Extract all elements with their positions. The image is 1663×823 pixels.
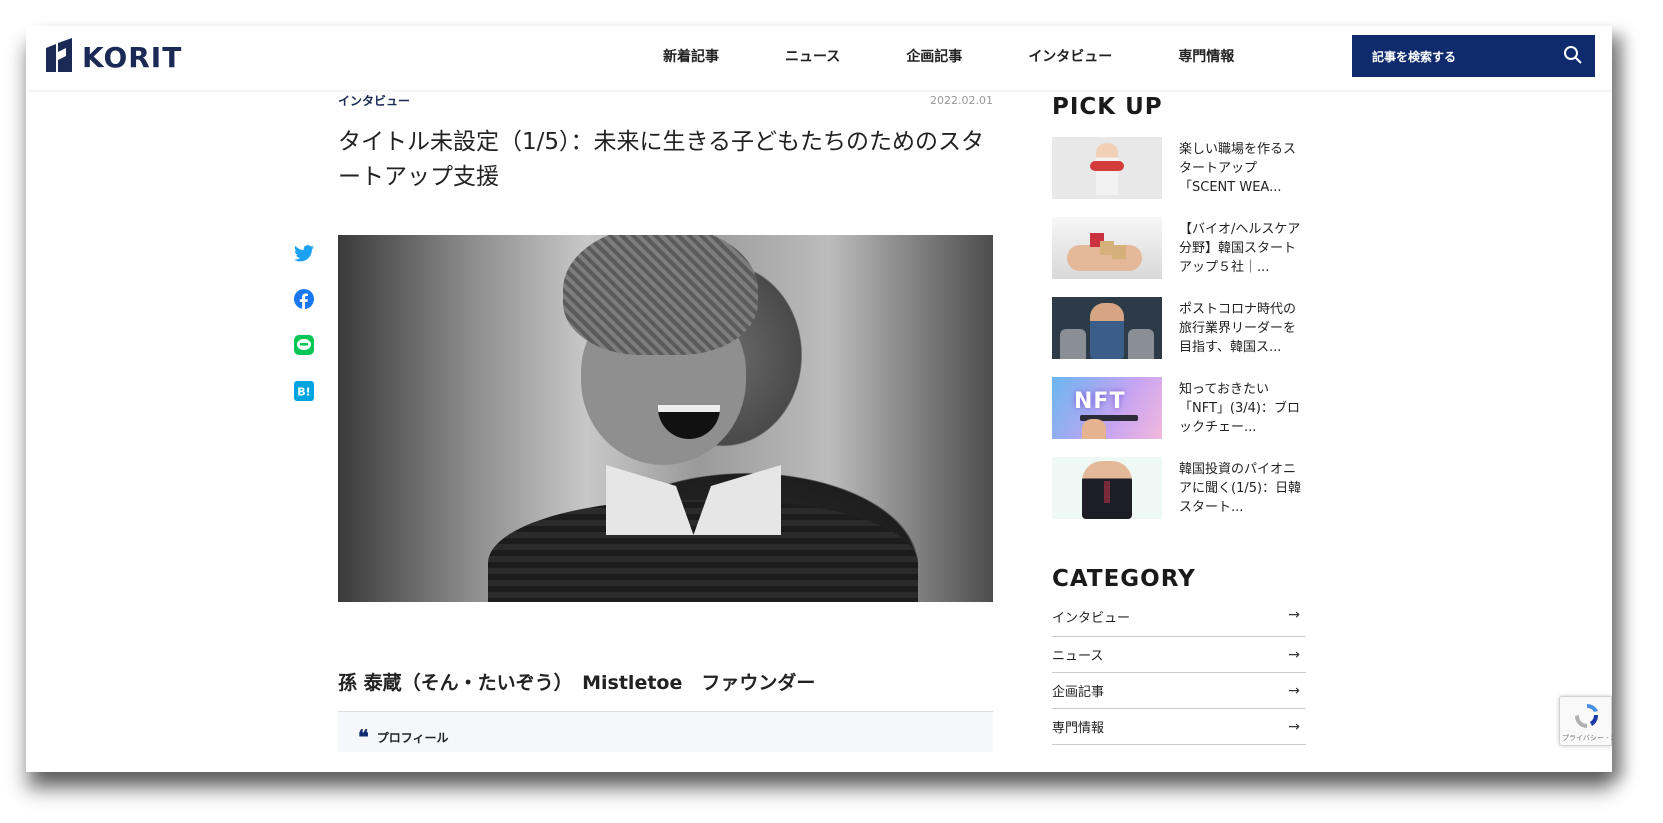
svg-text:B!: B! — [297, 386, 310, 399]
facebook-share-button[interactable] — [293, 289, 315, 313]
site-logo[interactable]: KORIT — [46, 38, 182, 76]
hatena-share-button[interactable]: B! — [293, 381, 315, 405]
pickup-thumbnail — [1052, 457, 1162, 519]
category-label: 企画記事 — [1052, 685, 1105, 700]
category-section: CATEGORY インタビュー → ニュース → 企画記事 → 専門情報 → — [1052, 566, 1306, 745]
main-nav: 新着記事 ニュース 企画記事 インタビュー 専門情報 — [663, 46, 1234, 66]
article-date: 2022.02.01 — [930, 94, 993, 107]
share-buttons: B! — [293, 244, 319, 428]
nav-item-new-articles[interactable]: 新着記事 — [663, 46, 719, 66]
pickup-title: 韓国投資のパイオニアに聞く(1/5)：日韓スタート... — [1179, 462, 1302, 515]
profile-label: プロフィール — [376, 730, 449, 745]
thumb-nft-text: NFT — [1074, 389, 1126, 414]
thumb-cube — [1112, 245, 1126, 259]
korit-logo-icon — [46, 38, 72, 76]
pickup-title: ポストコロナ時代の旅行業界リーダーを目指す、韓国ス... — [1179, 302, 1297, 355]
category-label: インタビュー — [1052, 611, 1131, 626]
pickup-thumbnail — [1052, 217, 1162, 279]
pickup-section: PICK UP 楽しい職場を作るスタートアップ「SCENT WEA... 【バイ… — [1052, 94, 1306, 537]
category-label: 専門情報 — [1052, 721, 1105, 736]
site-header: KORIT 新着記事 ニュース 企画記事 インタビュー 専門情報 記事を検索する — [26, 26, 1612, 90]
arrow-right-icon: → — [1288, 682, 1300, 699]
category-list: インタビュー → ニュース → 企画記事 → 専門情報 → — [1052, 607, 1306, 745]
hero-hat-shape — [563, 235, 758, 355]
thumb-figure — [1090, 143, 1124, 195]
thumb-chair — [1060, 329, 1086, 359]
pickup-item[interactable]: 韓国投資のパイオニアに聞く(1/5)：日韓スタート... — [1052, 457, 1306, 519]
thumb-tie — [1104, 481, 1110, 503]
pickup-heading: PICK UP — [1052, 94, 1163, 120]
article-title: タイトル未設定（1/5）：未来に生きる子どもたちのためのスタートアップ支援 — [338, 129, 985, 190]
logo-text: KORIT — [82, 40, 183, 74]
pickup-list: 楽しい職場を作るスタートアップ「SCENT WEA... 【バイオ/ヘルスケア分… — [1052, 137, 1306, 519]
recaptcha-icon — [1572, 701, 1602, 735]
pickup-title: 【バイオ/ヘルスケア分野】韓国スタートアップ５社｜... — [1179, 222, 1301, 275]
twitter-icon — [294, 244, 314, 266]
arrow-right-icon: → — [1288, 646, 1300, 663]
interviewee-name: 孫 泰蔵（そん・たいぞう） Mistletoe ファウンダー — [338, 672, 816, 694]
recaptcha-badge[interactable]: プライバシー - 利用規約 — [1559, 696, 1612, 746]
pickup-title: 知っておきたい「NFT」(3/4)：ブロックチェー... — [1179, 382, 1300, 435]
nav-item-interview[interactable]: インタビュー — [1028, 46, 1112, 66]
category-item-expert-info[interactable]: 専門情報 → — [1052, 709, 1306, 745]
thumb-chair — [1128, 329, 1154, 359]
article-meta: インタビュー 2022.02.01 — [338, 92, 993, 109]
nav-item-features[interactable]: 企画記事 — [906, 46, 962, 66]
search-icon — [1563, 45, 1583, 68]
search-button[interactable]: 記事を検索する — [1352, 35, 1595, 77]
facebook-icon — [294, 289, 314, 313]
category-item-features[interactable]: 企画記事 → — [1052, 673, 1306, 709]
nav-item-expert-info[interactable]: 専門情報 — [1178, 46, 1234, 66]
pickup-item[interactable]: 【バイオ/ヘルスケア分野】韓国スタートアップ５社｜... — [1052, 217, 1306, 279]
arrow-right-icon: → — [1288, 607, 1300, 623]
pickup-item[interactable]: ポストコロナ時代の旅行業界リーダーを目指す、韓国ス... — [1052, 297, 1306, 359]
line-share-button[interactable] — [293, 335, 315, 359]
thumb-man — [1090, 303, 1124, 359]
arrow-right-icon: → — [1288, 718, 1300, 735]
thumb-hand — [1082, 419, 1106, 439]
profile-box: ❝ プロフィール — [338, 712, 993, 752]
pickup-item[interactable]: 楽しい職場を作るスタートアップ「SCENT WEA... — [1052, 137, 1306, 199]
article: インタビュー 2022.02.01 タイトル未設定（1/5）：未来に生きる子ども… — [338, 86, 993, 752]
twitter-share-button[interactable] — [293, 244, 315, 266]
pickup-thumbnail — [1052, 297, 1162, 359]
article-category[interactable]: インタビュー — [338, 92, 410, 109]
category-label: ニュース — [1052, 649, 1104, 664]
nav-item-news[interactable]: ニュース — [785, 46, 840, 66]
recaptcha-text: プライバシー - 利用規約 — [1562, 734, 1612, 742]
hatena-bookmark-icon: B! — [294, 381, 314, 405]
category-heading: CATEGORY — [1052, 566, 1196, 592]
category-item-interview[interactable]: インタビュー → — [1052, 607, 1306, 637]
article-hero-image — [338, 235, 993, 602]
pickup-item[interactable]: NFT 知っておきたい「NFT」(3/4)：ブロックチェー... — [1052, 377, 1306, 439]
pickup-thumbnail: NFT — [1052, 377, 1162, 439]
category-item-news[interactable]: ニュース → — [1052, 637, 1306, 673]
pickup-title: 楽しい職場を作るスタートアップ「SCENT WEA... — [1179, 142, 1297, 195]
line-icon — [294, 335, 314, 359]
quote-icon: ❝ — [358, 725, 369, 749]
search-label: 記事を検索する — [1372, 49, 1457, 64]
browser-page: KORIT 新着記事 ニュース 企画記事 インタビュー 専門情報 記事を検索する — [26, 26, 1612, 772]
pickup-thumbnail — [1052, 137, 1162, 199]
